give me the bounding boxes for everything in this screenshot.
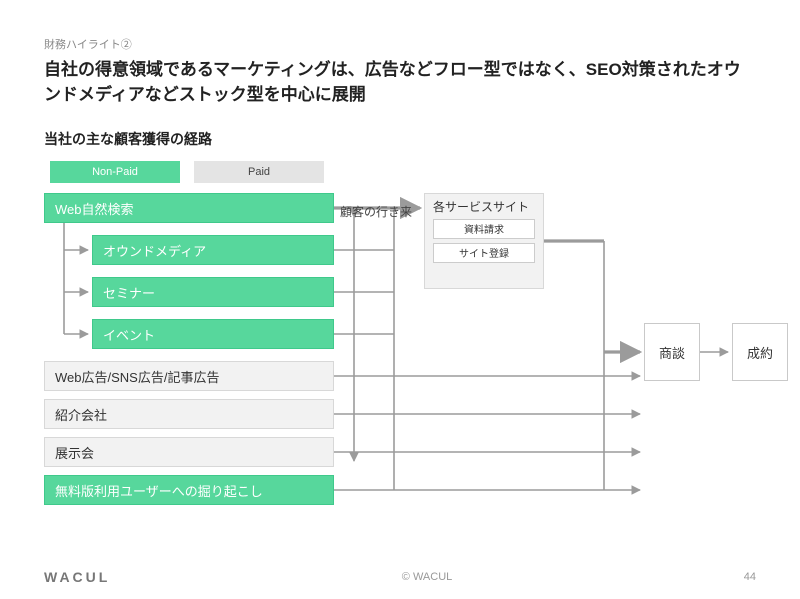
funnel-seiyaku: 成約	[732, 323, 788, 381]
legend-paid: Paid	[194, 161, 324, 183]
flow-diagram: 顧客の行き来 Web自然検索 オウンドメディア セミナー イベント Web広告/…	[44, 193, 756, 533]
legend-nonpaid: Non-Paid	[50, 161, 180, 183]
service-doc-request: 資料請求	[433, 219, 535, 239]
flow-bidir-label: 顧客の行き来	[340, 203, 412, 220]
section-heading: 当社の主な顧客獲得の経路	[44, 129, 756, 149]
channel-web-search: Web自然検索	[44, 193, 334, 223]
funnel-shodan: 商談	[644, 323, 700, 381]
channel-expo: 展示会	[44, 437, 334, 467]
page-number: 44	[744, 571, 756, 583]
service-site-header: 各サービスサイト	[433, 200, 535, 214]
channel-free-users: 無料版利用ユーザーへの掘り起こし	[44, 475, 334, 505]
channel-event: イベント	[92, 319, 334, 349]
channel-ads: Web広告/SNS広告/記事広告	[44, 361, 334, 391]
logo: WACUL	[44, 569, 110, 585]
service-site-register: サイト登録	[433, 243, 535, 263]
page-title: 自社の得意領域であるマーケティングは、広告などフロー型ではなく、SEO対策された…	[44, 58, 756, 107]
copyright: © WACUL	[402, 571, 452, 583]
channel-seminar: セミナー	[92, 277, 334, 307]
footer: WACUL © WACUL 44	[0, 569, 800, 585]
kicker: 財務ハイライト②	[44, 36, 756, 52]
service-site-box: 各サービスサイト 資料請求 サイト登録	[424, 193, 544, 289]
channel-owned-media: オウンドメディア	[92, 235, 334, 265]
legend: Non-Paid Paid	[50, 161, 756, 183]
channel-referral: 紹介会社	[44, 399, 334, 429]
